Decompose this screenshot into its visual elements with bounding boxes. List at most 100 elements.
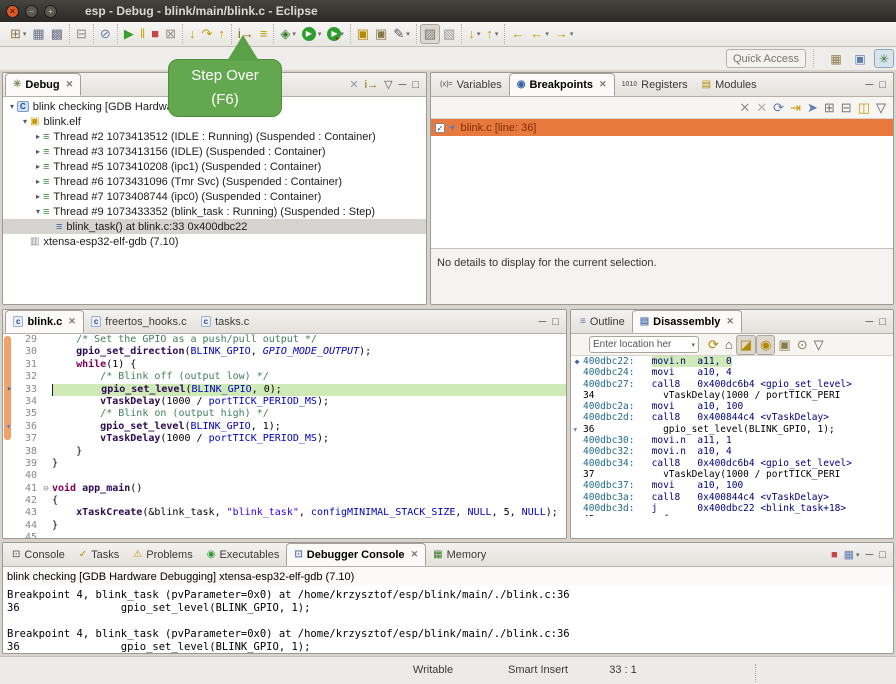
view-menu-icon[interactable]: ▽ bbox=[873, 98, 889, 118]
console-tab-problems[interactable]: ⚠Problems bbox=[126, 543, 199, 566]
console-tab-executables[interactable]: ◉Executables bbox=[200, 543, 287, 566]
tree-twisty-icon[interactable]: ▸ bbox=[33, 132, 43, 141]
editor-tab-tasks-c[interactable]: ctasks.c bbox=[194, 310, 257, 333]
debug-tab-debug[interactable]: ✳Debug✕ bbox=[5, 73, 81, 96]
editor-tab-blink-c[interactable]: cblink.c✕ bbox=[5, 310, 84, 333]
display-selected-console-icon[interactable]: ▦▾ bbox=[841, 545, 863, 565]
console-tab-tasks[interactable]: ✓Tasks bbox=[72, 543, 127, 566]
step-return-icon[interactable]: ↑ bbox=[215, 24, 228, 44]
quick-access-button[interactable]: Quick Access bbox=[726, 49, 806, 68]
console-tab-debugger-console[interactable]: ⊡Debugger Console✕ bbox=[286, 543, 426, 566]
console-output[interactable]: Breakpoint 4, blink_task (pvParameter=0x… bbox=[3, 585, 893, 654]
maximize-icon[interactable]: □ bbox=[876, 75, 889, 95]
close-button[interactable]: ✕ bbox=[6, 5, 19, 18]
refresh-view-icon[interactable]: ⟳ bbox=[705, 335, 722, 355]
view-menu-icon[interactable]: ▽ bbox=[811, 335, 827, 355]
remove-selected-breakpoints-icon[interactable]: ✕ bbox=[736, 98, 753, 118]
debug-perspective-button[interactable]: ✳ bbox=[874, 49, 894, 68]
close-tab-icon[interactable]: ✕ bbox=[66, 79, 74, 90]
right-tab-outline[interactable]: ≡Outline bbox=[573, 310, 632, 333]
debug-tree-item[interactable]: ▾≡Thread #9 1073433352 (blink_task : Run… bbox=[3, 204, 426, 219]
breakpoint-row[interactable]: ✓➤blink.c [line: 36] bbox=[431, 119, 893, 136]
editor-tab-freertos-hooks-c[interactable]: cfreertos_hooks.c bbox=[84, 310, 194, 333]
tree-twisty-icon[interactable]: ▾ bbox=[7, 102, 17, 111]
resume-icon[interactable]: ▶ bbox=[121, 24, 137, 44]
console-tab-console[interactable]: ⊡Console bbox=[5, 543, 72, 566]
disassembly-listing[interactable]: ◆400dbc22: movi.n a11, 0400dbc24: movi a… bbox=[571, 356, 893, 516]
minimize-icon[interactable]: ─ bbox=[863, 75, 877, 95]
remove-all-breakpoints-icon[interactable]: ✕ bbox=[753, 98, 770, 118]
close-tab-icon[interactable]: ✕ bbox=[726, 316, 734, 327]
run-icon[interactable]: ▶▾ bbox=[299, 24, 325, 44]
minimize-button[interactable]: – bbox=[25, 5, 38, 18]
go-to-file-for-breakpoint-icon[interactable]: ⇥ bbox=[787, 98, 804, 118]
location-dropdown-icon[interactable]: ▾ bbox=[691, 341, 695, 349]
go-to-pc-home-icon[interactable]: ⌂ bbox=[722, 335, 736, 355]
debug-tree-item[interactable]: ≡blink_task() at blink.c:33 0x400dbc22 bbox=[3, 219, 426, 234]
debug-tree-item[interactable]: ▸≡Thread #6 1073431096 (Tmr Svc) (Suspen… bbox=[3, 174, 426, 189]
debug-tree-item[interactable]: ▸≡Thread #7 1073408744 (ipc0) (Suspended… bbox=[3, 189, 426, 204]
link-with-debug-view-icon[interactable]: ◫ bbox=[855, 98, 873, 118]
new-wizard-icon[interactable]: ⊞▾ bbox=[7, 24, 29, 44]
minimize-icon[interactable]: ─ bbox=[536, 312, 550, 332]
step-over-icon[interactable]: ↷ bbox=[198, 24, 215, 44]
right-tab-breakpoints[interactable]: ◉Breakpoints✕ bbox=[509, 73, 615, 96]
mark-occurrences-icon[interactable]: ▨ bbox=[420, 24, 440, 44]
last-edit-location-icon[interactable]: ← bbox=[508, 24, 527, 44]
location-input[interactable]: Enter location her ▾ bbox=[589, 336, 699, 353]
minimize-icon[interactable]: ─ bbox=[863, 312, 877, 332]
step-into-icon[interactable]: ↓ bbox=[186, 24, 199, 44]
terminate-icon[interactable]: ■ bbox=[148, 24, 162, 44]
show-breakpoints-for-target-icon[interactable]: ⟳ bbox=[770, 98, 787, 118]
cpp-perspective-button[interactable]: ▣ bbox=[850, 49, 870, 68]
instruction-stepping-mode-icon[interactable]: i→ bbox=[362, 75, 381, 95]
annotation-properties-icon[interactable]: ▧ bbox=[440, 24, 458, 44]
right-tab-disassembly[interactable]: ▤Disassembly✕ bbox=[632, 310, 742, 333]
debug-icon[interactable]: ◈▾ bbox=[277, 24, 299, 44]
remove-all-terminated-icon[interactable]: ✕ bbox=[346, 75, 361, 95]
right-tab-modules[interactable]: ▤Modules bbox=[695, 73, 764, 96]
view-menu-icon[interactable]: ▽ bbox=[381, 75, 395, 95]
close-tab-icon[interactable]: ✕ bbox=[68, 316, 76, 327]
tree-twisty-icon[interactable]: ▸ bbox=[33, 147, 43, 156]
open-new-view-icon[interactable]: ▣ bbox=[775, 335, 793, 355]
back-icon[interactable]: ←▾ bbox=[527, 24, 552, 44]
debug-tree-item[interactable]: ▸≡Thread #3 1073413156 (IDLE) (Suspended… bbox=[3, 144, 426, 159]
expand-all-icon[interactable]: ⊞ bbox=[821, 98, 838, 118]
maximize-icon[interactable]: □ bbox=[876, 545, 889, 565]
skip-all-breakpoints-icon[interactable]: ⊘ bbox=[97, 24, 114, 44]
save-icon[interactable]: ▦ bbox=[29, 24, 47, 44]
tree-twisty-icon[interactable]: ▾ bbox=[33, 207, 43, 216]
console-tab-memory[interactable]: ▦Memory bbox=[426, 543, 493, 566]
maximize-icon[interactable]: □ bbox=[876, 312, 889, 332]
code-editor[interactable]: 29 /* Set the GPIO as a push/pull output… bbox=[3, 334, 566, 539]
collapse-all-icon[interactable]: ⊟ bbox=[838, 98, 855, 118]
tree-twisty-icon[interactable]: ▾ bbox=[20, 117, 30, 126]
open-file-icon[interactable]: ▣ bbox=[372, 24, 390, 44]
build-icon[interactable]: ⊟ bbox=[73, 24, 90, 44]
forward-icon[interactable]: →▾ bbox=[552, 24, 577, 44]
save-all-icon[interactable]: ▩ bbox=[48, 24, 66, 44]
breakpoint-checkbox[interactable]: ✓ bbox=[435, 123, 445, 133]
terminate-console-icon[interactable]: ■ bbox=[828, 545, 841, 565]
maximize-icon[interactable]: □ bbox=[409, 75, 422, 95]
show-source-icon[interactable]: ◪ bbox=[736, 335, 756, 355]
tree-twisty-icon[interactable]: ▸ bbox=[33, 162, 43, 171]
right-tab-variables[interactable]: (x)=Variables bbox=[433, 73, 509, 96]
maximize-icon[interactable]: □ bbox=[549, 312, 562, 332]
next-annotation-icon[interactable]: ↓▾ bbox=[465, 24, 483, 44]
debug-tree-item[interactable]: ▥xtensa-esp32-elf-gdb (7.10) bbox=[3, 234, 426, 249]
pin-view-icon[interactable]: ⊙ bbox=[794, 335, 811, 355]
external-tools-icon[interactable]: ▶•▾ bbox=[324, 24, 346, 44]
previous-annotation-icon[interactable]: ↑▾ bbox=[483, 24, 501, 44]
breakpoint-marker-icon[interactable]: ➤ bbox=[3, 420, 15, 433]
open-project-icon[interactable]: ▣ bbox=[354, 24, 372, 44]
minimize-icon[interactable]: ─ bbox=[863, 545, 877, 565]
tree-twisty-icon[interactable]: ▸ bbox=[33, 192, 43, 201]
maximize-button[interactable]: + bbox=[44, 5, 57, 18]
sync-with-active-context-icon[interactable]: ◉ bbox=[756, 335, 775, 355]
close-tab-icon[interactable]: ✕ bbox=[599, 79, 607, 90]
disconnect-icon[interactable]: ⊠ bbox=[162, 24, 179, 44]
tree-twisty-icon[interactable]: ▸ bbox=[33, 177, 43, 186]
close-tab-icon[interactable]: ✕ bbox=[411, 549, 419, 560]
